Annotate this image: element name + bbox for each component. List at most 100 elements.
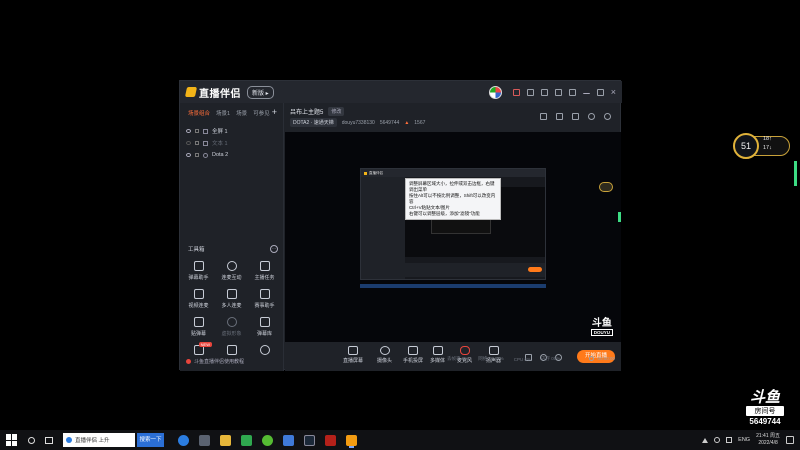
edge-icon[interactable] xyxy=(178,434,189,446)
desktop-watermark: 斗鱼 房间号 5649744 xyxy=(742,390,788,426)
language-indicator[interactable]: ENG xyxy=(738,437,750,443)
tool-avatar[interactable]: 虚拟形象 xyxy=(215,317,248,337)
cloud-icon[interactable] xyxy=(283,434,294,446)
tool-extra-2[interactable] xyxy=(248,345,281,355)
lock-icon[interactable] xyxy=(195,129,199,133)
tab-scene-1[interactable]: 场景1 xyxy=(216,109,230,117)
lock-icon[interactable] xyxy=(195,153,199,157)
chat-icon xyxy=(193,261,204,271)
scene-label: 文本 1 xyxy=(212,141,228,147)
tooltip-line: 调整屏幕区域大小，拉伸或双击边框，右键调出菜单 xyxy=(409,181,495,192)
steam-icon[interactable] xyxy=(304,434,315,446)
gift-icon[interactable] xyxy=(512,88,520,96)
lock-icon[interactable] xyxy=(556,113,563,120)
tab-scene-2[interactable]: 场景 xyxy=(236,109,247,117)
gauge-up: 18↑ xyxy=(763,136,772,142)
logo-icon xyxy=(184,87,198,97)
search-icon[interactable] xyxy=(28,436,35,444)
search-button[interactable]: 搜索一下 xyxy=(137,433,164,447)
tool-task[interactable]: 主播任务 xyxy=(248,261,281,281)
avatar[interactable] xyxy=(488,85,502,99)
store-icon[interactable] xyxy=(199,434,210,446)
status-item: 网络 00.00% xyxy=(478,356,504,361)
tool-lianmai[interactable]: 连麦互动 xyxy=(215,261,248,281)
record-icon xyxy=(589,356,595,361)
scene-list: 全屏 1 文本 1 Dota 2 xyxy=(180,125,283,161)
mini-gauge-widget[interactable] xyxy=(599,182,613,192)
browser-360-icon[interactable] xyxy=(262,434,273,446)
record-timer: 00:00:00 xyxy=(589,356,615,361)
tool-danmu[interactable]: 弹幕助手 xyxy=(182,261,215,281)
tutorial-notice[interactable]: 斗鱼直播伴侣使用教程 xyxy=(186,358,244,365)
category-chip[interactable]: DOTA2 · 速通天梯 xyxy=(290,118,337,127)
speaker-icon[interactable] xyxy=(726,437,733,443)
tool-event[interactable]: 赛事助手 xyxy=(248,289,281,309)
scene-item[interactable]: 全屏 1 xyxy=(180,125,283,137)
preview-canvas[interactable]: 直播伴侣 调整屏幕区域大小，拉伸或双击边框，右键调出菜单 按住Alt可以不按比例… xyxy=(285,132,621,342)
scene-item[interactable]: 文本 1 xyxy=(180,137,283,149)
scene-item[interactable]: Dota 2 xyxy=(180,149,283,161)
nested-titlebar: 直播伴侣 xyxy=(361,169,545,177)
window-icon[interactable] xyxy=(540,88,548,96)
search-input[interactable]: 直播伴侣 上升 xyxy=(63,433,135,447)
tool-sticker[interactable]: 贴弹幕 xyxy=(182,317,215,337)
maximize-icon[interactable] xyxy=(596,88,604,96)
bell-icon[interactable] xyxy=(588,113,595,120)
sticker-icon xyxy=(193,317,204,327)
copy-icon[interactable] xyxy=(572,113,579,120)
help-tooltip: 调整屏幕区域大小，拉伸或双击边框，右键调出菜单 按住Alt可以不按比例调整，Sh… xyxy=(405,178,501,220)
status-item: 内存 00% xyxy=(541,356,561,361)
tool-multi-link[interactable]: 多人连麦 xyxy=(215,289,248,309)
mail-icon[interactable] xyxy=(526,88,534,96)
download-icon xyxy=(259,345,270,355)
status-item: 丢帧率 0% xyxy=(447,356,469,361)
app-icon[interactable] xyxy=(241,434,252,446)
show-hidden-icon[interactable] xyxy=(702,437,709,443)
room-number: 5649744 xyxy=(379,119,400,126)
tooltip-line: 右键可以调整层级，添加"滤镜"功能 xyxy=(409,211,480,216)
add-scene-button[interactable]: + xyxy=(272,107,277,117)
download-icon xyxy=(226,289,237,299)
clock[interactable]: 21:41 周五 2022/4/8 xyxy=(756,433,780,447)
eye-icon[interactable] xyxy=(186,141,191,145)
notification-icon[interactable] xyxy=(786,436,794,444)
version-badge[interactable]: 新版 ▸ xyxy=(247,85,274,99)
lock-icon[interactable] xyxy=(195,141,199,145)
edit-title-button[interactable]: 修改 xyxy=(328,107,345,116)
douyu-watermark: 斗鱼 DOUYU xyxy=(590,319,613,336)
left-panel: 场景组合 场景1 场景 可参见 + 全屏 1 文本 1 Dota 2 工具箱 ⋯… xyxy=(180,103,284,371)
resize-handle[interactable] xyxy=(618,212,621,222)
shirt-icon[interactable] xyxy=(554,88,562,96)
tab-scene-combo[interactable]: 场景组合 xyxy=(188,109,210,117)
more-icon[interactable]: ⋯ xyxy=(270,245,278,253)
close-icon[interactable]: × xyxy=(611,87,616,96)
menu-icon[interactable] xyxy=(568,88,576,96)
tool-label: 多人连麦 xyxy=(221,303,242,309)
tool-image[interactable]: NEW xyxy=(182,342,215,355)
gift-icon xyxy=(226,345,237,355)
edge-handle[interactable] xyxy=(794,161,797,186)
gift-box-icon[interactable] xyxy=(540,113,547,120)
tool-extra-1[interactable] xyxy=(215,345,248,355)
add-icon xyxy=(259,289,270,299)
folder-icon[interactable] xyxy=(220,434,231,446)
task-view-icon[interactable] xyxy=(45,436,53,444)
share-icon[interactable] xyxy=(604,113,611,120)
eye-icon[interactable] xyxy=(186,129,191,133)
pinned-apps xyxy=(178,434,357,446)
tab-scene-3[interactable]: 可参见 xyxy=(253,109,270,117)
live-companion-icon[interactable] xyxy=(346,434,357,446)
windows-start-icon[interactable] xyxy=(6,434,18,446)
nested-live-button xyxy=(528,267,542,272)
dota-icon[interactable] xyxy=(325,434,336,446)
minimize-icon[interactable] xyxy=(582,90,590,94)
system-tray: ENG 21:41 周五 2022/4/8 xyxy=(702,430,800,450)
scene-label: 全屏 1 xyxy=(212,129,228,135)
tool-library[interactable]: 弹幕库 xyxy=(248,317,281,337)
main-area: 吕布上主题5 修改 DOTA2 · 速通天梯 douyu7338130 5649… xyxy=(285,103,621,371)
room-info: DOTA2 · 速通天梯 douyu7338130 5649744 ▲ 1567 xyxy=(290,118,425,127)
eye-icon[interactable] xyxy=(186,153,191,157)
shield-icon[interactable] xyxy=(714,437,721,443)
tool-video-link[interactable]: 视频连麦 xyxy=(182,289,215,309)
performance-gauge[interactable]: 51 18↑ 17↓ xyxy=(733,133,791,159)
